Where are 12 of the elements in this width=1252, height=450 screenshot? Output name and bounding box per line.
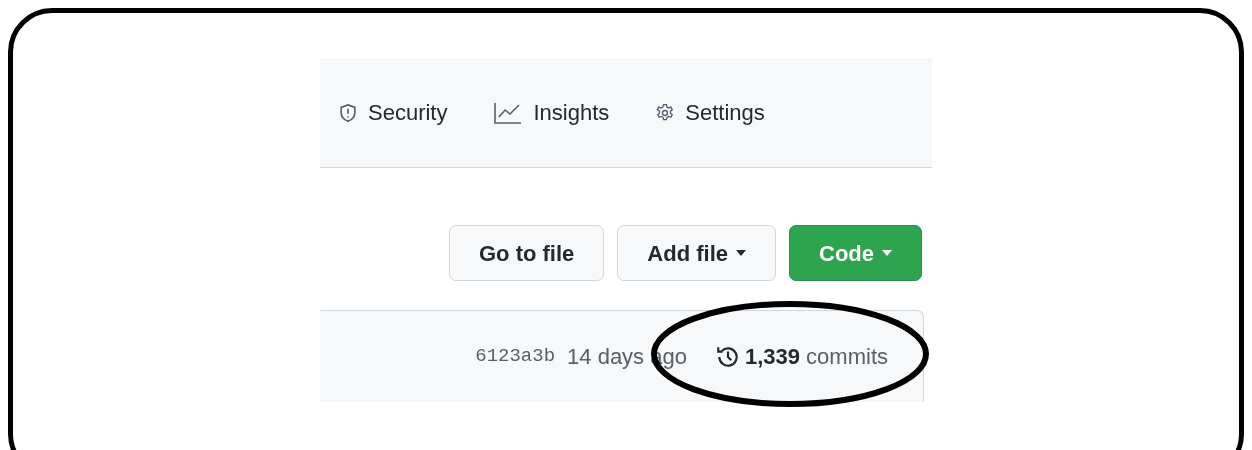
nav-tab[interactable]: Insights [493,96,610,129]
line-graph-icon [493,100,524,125]
shield-icon [338,102,358,123]
commits-link[interactable]: 1,339 commits [714,340,888,373]
commit-sha[interactable]: 6123a3b [475,342,556,371]
caret-icon [736,250,746,256]
toolbar-button[interactable]: Add file [617,225,776,281]
caret-icon [882,250,892,256]
nav-tab[interactable]: Security [338,96,448,129]
toolbar-button[interactable]: Go to file [449,225,605,281]
nav-tab[interactable]: Settings [655,96,765,129]
gear-icon [655,102,676,123]
